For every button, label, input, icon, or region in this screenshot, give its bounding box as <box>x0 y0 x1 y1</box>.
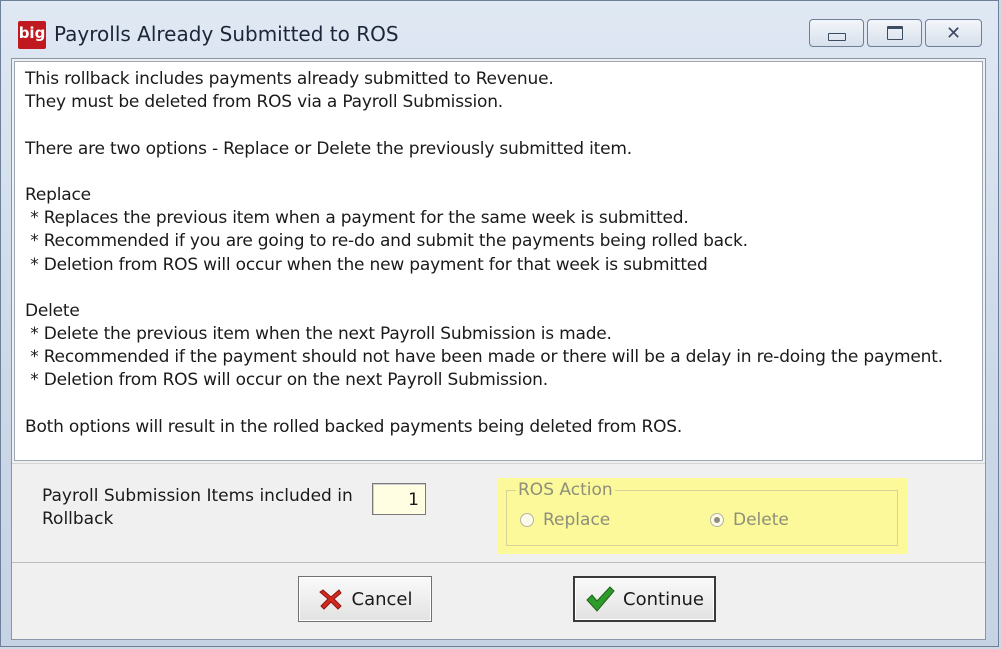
window-title: Payrolls Already Submitted to ROS <box>54 22 399 46</box>
ros-action-legend: ROS Action <box>516 480 615 500</box>
message-line: * Recommended if the payment should not … <box>25 347 943 368</box>
close-button[interactable]: ✕ <box>925 19 982 47</box>
message-text-area[interactable]: This rollback includes payments already … <box>14 61 983 461</box>
replace-radio[interactable]: Replace <box>520 510 610 530</box>
continue-label: Continue <box>623 588 704 610</box>
divider <box>12 562 985 563</box>
message-line: There are two options - Replace or Delet… <box>25 138 632 159</box>
cancel-label: Cancel <box>351 588 413 610</box>
radio-unchecked-icon <box>520 513 534 527</box>
items-included-label: Payroll Submission Items included in Rol… <box>42 486 353 529</box>
message-line: Replace <box>25 184 91 205</box>
replace-radio-label: Replace <box>543 510 611 530</box>
message-line: * Recommended if you are going to re-do … <box>25 231 748 252</box>
message-line <box>25 393 972 416</box>
radio-checked-icon <box>710 513 724 527</box>
divider <box>12 463 985 464</box>
message-line: * Replaces the previous item when a paym… <box>25 208 689 229</box>
cancel-button[interactable]: Cancel <box>298 576 432 622</box>
ros-action-group: ROS Action Replace Delete <box>498 478 908 554</box>
continue-button[interactable]: Continue <box>573 576 716 622</box>
title-bar[interactable]: big Payrolls Already Submitted to ROS ✕ <box>1 1 998 61</box>
dialog-body: This rollback includes payments already … <box>11 58 986 640</box>
minimize-icon <box>827 33 846 41</box>
message-line: This rollback includes payments already … <box>25 69 554 89</box>
delete-radio-label: Delete <box>733 510 789 530</box>
message-line: Delete <box>25 300 80 321</box>
maximize-button[interactable] <box>867 19 922 47</box>
message-line: * Deletion from ROS will occur on the ne… <box>25 370 548 391</box>
app-logo-icon: big <box>18 21 46 49</box>
delete-radio[interactable]: Delete <box>710 510 789 530</box>
items-included-field[interactable]: 1 <box>372 483 426 515</box>
red-x-icon <box>318 586 344 612</box>
dialog-window: big Payrolls Already Submitted to ROS ✕ … <box>0 0 999 647</box>
message-line <box>25 277 972 300</box>
message-line: * Delete the previous item when the next… <box>25 324 612 345</box>
message-line: They must be deleted from ROS via a Payr… <box>25 92 504 113</box>
message-line: * Deletion from ROS will occur when the … <box>25 254 708 275</box>
minimize-button[interactable] <box>809 19 864 47</box>
message-line <box>25 161 972 184</box>
maximize-icon <box>886 26 903 40</box>
message-line <box>25 114 972 137</box>
green-check-icon <box>585 585 615 613</box>
close-icon: ✕ <box>945 22 962 44</box>
message-line: Both options will result in the rolled b… <box>25 416 683 437</box>
